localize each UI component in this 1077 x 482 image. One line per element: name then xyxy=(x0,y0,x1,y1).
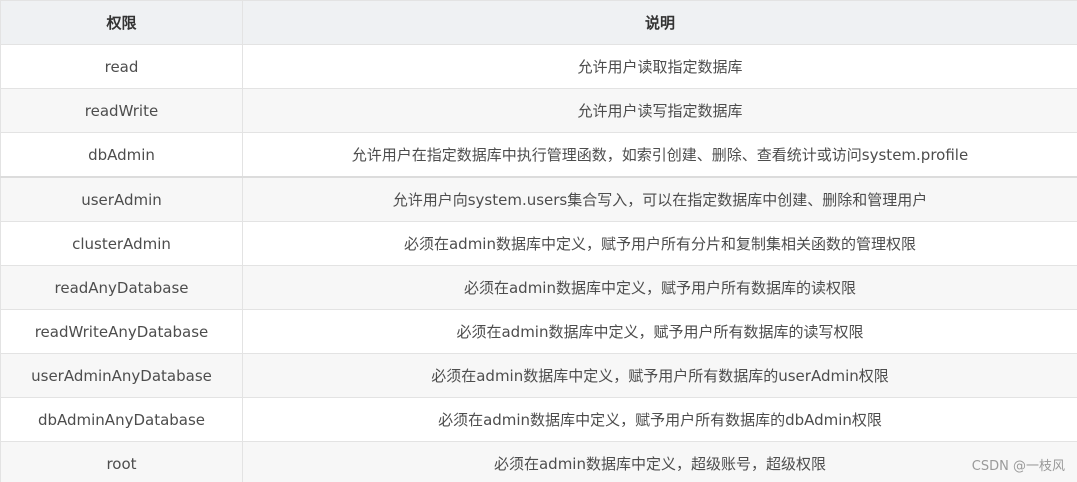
cell-permission: readWrite xyxy=(0,88,243,133)
header-description: 说明 xyxy=(242,0,1077,45)
cell-description: 必须在admin数据库中定义，赋予用户所有数据库的userAdmin权限 xyxy=(242,353,1077,398)
cell-description: 允许用户读取指定数据库 xyxy=(242,44,1077,89)
table-row: root 必须在admin数据库中定义，超级账号，超级权限 xyxy=(0,441,1077,482)
cell-permission: userAdmin xyxy=(0,176,243,222)
cell-description: 必须在admin数据库中定义，赋予用户所有数据库的读权限 xyxy=(242,265,1077,310)
cell-permission: dbAdmin xyxy=(0,132,243,178)
cell-permission: userAdminAnyDatabase xyxy=(0,353,243,398)
cell-description: 必须在admin数据库中定义，赋予用户所有数据库的读写权限 xyxy=(242,309,1077,354)
table-row: readWriteAnyDatabase 必须在admin数据库中定义，赋予用户… xyxy=(0,309,1077,354)
cell-description: 必须在admin数据库中定义，赋予用户所有分片和复制集相关函数的管理权限 xyxy=(242,221,1077,266)
cell-permission: readAnyDatabase xyxy=(0,265,243,310)
cell-description: 允许用户向system.users集合写入，可以在指定数据库中创建、删除和管理用… xyxy=(242,176,1077,222)
cell-description: 必须在admin数据库中定义，超级账号，超级权限 xyxy=(242,441,1077,482)
table-row: readAnyDatabase 必须在admin数据库中定义，赋予用户所有数据库… xyxy=(0,265,1077,310)
table-row: read 允许用户读取指定数据库 xyxy=(0,44,1077,89)
cell-permission: dbAdminAnyDatabase xyxy=(0,397,243,442)
table-row: readWrite 允许用户读写指定数据库 xyxy=(0,88,1077,133)
permissions-table: 权限 说明 read 允许用户读取指定数据库 readWrite 允许用户读写指… xyxy=(0,0,1077,482)
cell-permission: root xyxy=(0,441,243,482)
cell-permission: read xyxy=(0,44,243,89)
watermark: CSDN @一枝风 xyxy=(971,459,1065,474)
cell-permission: clusterAdmin xyxy=(0,221,243,266)
table-row: userAdmin 允许用户向system.users集合写入，可以在指定数据库… xyxy=(0,176,1077,222)
cell-description: 允许用户读写指定数据库 xyxy=(242,88,1077,133)
table-row: userAdminAnyDatabase 必须在admin数据库中定义，赋予用户… xyxy=(0,353,1077,398)
table-row: dbAdmin 允许用户在指定数据库中执行管理函数，如索引创建、删除、查看统计或… xyxy=(0,132,1077,178)
table-row: dbAdminAnyDatabase 必须在admin数据库中定义，赋予用户所有… xyxy=(0,397,1077,442)
cell-permission: readWriteAnyDatabase xyxy=(0,309,243,354)
table-row: clusterAdmin 必须在admin数据库中定义，赋予用户所有分片和复制集… xyxy=(0,221,1077,266)
header-permission: 权限 xyxy=(0,0,243,45)
cell-description: 必须在admin数据库中定义，赋予用户所有数据库的dbAdmin权限 xyxy=(242,397,1077,442)
table-header-row: 权限 说明 xyxy=(0,0,1077,45)
cell-description: 允许用户在指定数据库中执行管理函数，如索引创建、删除、查看统计或访问system… xyxy=(242,132,1077,178)
